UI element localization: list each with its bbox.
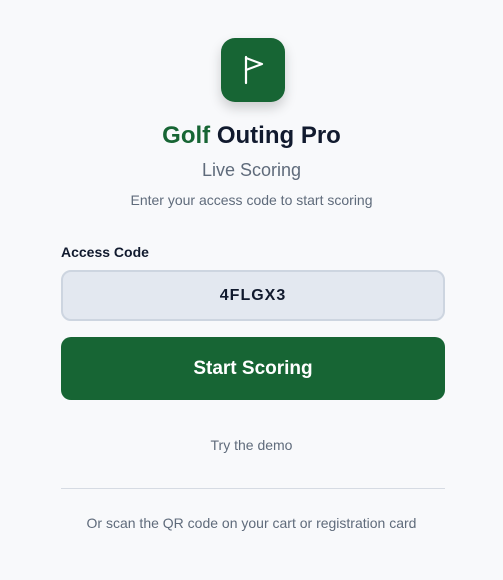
- divider: [61, 488, 445, 489]
- login-page: Golf Outing Pro Live Scoring Enter your …: [0, 0, 503, 580]
- access-code-input[interactable]: [61, 270, 445, 321]
- app-title-rest: Outing Pro: [216, 122, 341, 149]
- start-scoring-button[interactable]: Start Scoring: [61, 337, 445, 400]
- app-logo: [221, 38, 285, 102]
- app-title: Golf Outing Pro: [0, 120, 503, 152]
- app-subtitle: Live Scoring: [201, 160, 302, 180]
- app-title-brand: Golf: [162, 122, 211, 149]
- flag-icon: [244, 55, 264, 85]
- qr-note: Or scan the QR code on your cart or regi…: [86, 515, 417, 531]
- instructions-text: Enter your access code to start scoring: [130, 192, 373, 208]
- try-demo-link[interactable]: Try the demo: [0, 436, 503, 454]
- access-code-label: Access Code: [61, 244, 149, 260]
